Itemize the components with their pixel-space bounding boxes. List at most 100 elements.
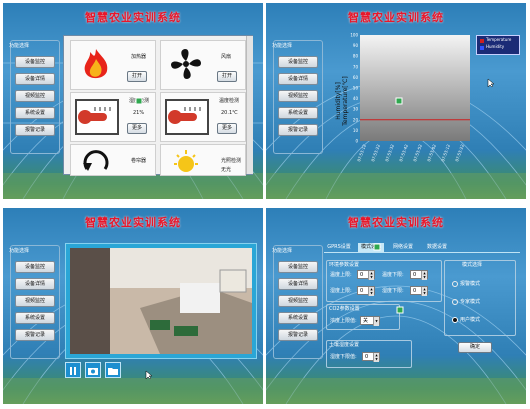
- sidebar-item-alarm[interactable]: 报警记录: [278, 329, 318, 341]
- temperature-card: 温度检测 20.1℃ 更多: [160, 92, 246, 142]
- temp-lower-spinbox[interactable]: 0 ▲ ▼: [410, 270, 428, 280]
- hum-lower-spinbox[interactable]: 0 ▲ ▼: [410, 286, 428, 296]
- scrollbar[interactable]: [246, 36, 253, 174]
- roller-label: 卷帘器: [131, 158, 147, 164]
- sidebar-item-alarm[interactable]: 报警记录: [15, 329, 55, 341]
- sidebar-item-video[interactable]: 视频监控: [278, 295, 318, 307]
- sidebar-title: 功能选择: [9, 248, 30, 254]
- temperature-label: 温度检测: [219, 98, 240, 104]
- temp-upper-value: 0: [360, 272, 364, 278]
- spin-arrows-icon[interactable]: ▲ ▼: [373, 353, 379, 362]
- sidebar-item-device-detail[interactable]: 设备详情: [278, 278, 318, 290]
- humidity-more-button[interactable]: 更多: [127, 123, 147, 134]
- y-tick-label: 90: [353, 43, 359, 48]
- tab-data[interactable]: 数据设置: [424, 243, 450, 252]
- pointer-icon: [487, 78, 495, 88]
- spin-arrows-icon[interactable]: ▲ ▼: [421, 271, 427, 280]
- soil-value: 0: [365, 354, 369, 360]
- sidebar-item-alarm[interactable]: 报警记录: [15, 124, 55, 136]
- spin-arrows-icon[interactable]: ▲ ▼: [421, 287, 427, 296]
- heater-label: 加热器: [131, 54, 147, 60]
- sidebar-item-video[interactable]: 视频监控: [15, 90, 55, 102]
- sidebar-title: 功能选择: [272, 43, 293, 49]
- camera-icon: [88, 368, 98, 375]
- hum-lower-label: 湿度下限:: [382, 288, 404, 294]
- light-label: 光照检测: [221, 158, 242, 164]
- light-value: 无光: [221, 167, 232, 173]
- sidebar-item-settings[interactable]: 系统设置: [15, 312, 55, 324]
- soil-spinbox[interactable]: 0 ▲ ▼: [362, 352, 380, 362]
- humidity-card: 湿度检测 21% 更多: [70, 92, 156, 142]
- mode-expert-radio[interactable]: [452, 299, 458, 305]
- roller-card: 卷帘器: [70, 144, 156, 176]
- y-tick-label: 40: [353, 96, 359, 101]
- fan-label: 风扇: [221, 54, 232, 60]
- snapshot-button[interactable]: [85, 362, 101, 378]
- sidebar-item-device-monitor[interactable]: 设备监控: [15, 261, 55, 273]
- chart-legend: Temperature Humidity: [476, 35, 520, 55]
- x-tick-label: 07:53:22: [454, 143, 465, 162]
- mode-alarm-radio[interactable]: [452, 281, 458, 287]
- sidebar-item-device-detail[interactable]: 设备详情: [15, 73, 55, 85]
- spin-arrows-icon[interactable]: ▲ ▼: [368, 287, 374, 296]
- heater-card: 加热器 打开: [70, 40, 156, 90]
- y-tick-label: 70: [353, 64, 359, 69]
- thermometer-icon: [75, 99, 119, 135]
- open-folder-button[interactable]: [105, 362, 121, 378]
- app-title: 智慧农业实训系统: [348, 11, 444, 24]
- x-tick-label: 07:53:52: [412, 143, 423, 162]
- co2-select[interactable]: 关 ▼: [360, 316, 380, 326]
- tab-network[interactable]: 网络设置: [390, 243, 416, 252]
- sidebar-item-video[interactable]: 视频监控: [15, 295, 55, 307]
- sidebar-item-device-detail[interactable]: 设备详情: [278, 73, 318, 85]
- settings-panel: 智慧农业实训系统 功能选择 设备监控 设备详情 视频监控 系统设置 报警记录 G…: [266, 208, 526, 404]
- confirm-button[interactable]: 确定: [458, 342, 492, 353]
- sidebar-title: 功能选择: [9, 43, 30, 49]
- hum-upper-label: 湿度上限:: [330, 288, 352, 294]
- hum-upper-spinbox[interactable]: 0 ▲ ▼: [357, 286, 375, 296]
- sidebar-item-device-detail[interactable]: 设备详情: [15, 278, 55, 290]
- mode-user-radio[interactable]: [452, 317, 458, 323]
- sidebar-item-settings[interactable]: 系统设置: [278, 312, 318, 324]
- temp-upper-label: 温度上限:: [330, 272, 352, 278]
- fan-open-button[interactable]: 打开: [217, 71, 237, 82]
- temperature-value: 20.1℃: [221, 110, 238, 116]
- x-tick-label: 07:53:12: [356, 143, 367, 162]
- temp-lower-value: 0: [413, 272, 417, 278]
- light-card: 光照检测 无光: [160, 144, 246, 176]
- sidebar-item-settings[interactable]: 系统设置: [278, 107, 318, 119]
- chart: 1009080706050403020100 07:53:12 07:53:22 0…: [335, 33, 470, 162]
- heater-open-button[interactable]: 打开: [127, 71, 147, 82]
- y-tick-label: 10: [353, 128, 359, 133]
- sidebar-item-video[interactable]: 视频监控: [278, 90, 318, 102]
- temp-upper-spinbox[interactable]: 0 ▲ ▼: [357, 270, 375, 280]
- soil-label: 湿度下限值:: [330, 354, 357, 360]
- spin-arrows-icon[interactable]: ▲ ▼: [368, 271, 374, 280]
- sidebar-item-settings[interactable]: 系统设置: [15, 107, 55, 119]
- app-title: 智慧农业实训系统: [85, 11, 181, 24]
- x-tick-label: 07:53:42: [398, 143, 409, 162]
- plot-area: [360, 35, 470, 141]
- legend-swatch-temperature: [480, 39, 484, 43]
- sidebar-item-alarm[interactable]: 报警记录: [278, 124, 318, 136]
- fan-card: 风扇 打开: [160, 40, 246, 90]
- chevron-down-icon[interactable]: ▼: [373, 317, 379, 326]
- pause-icon: [70, 367, 76, 375]
- temperature-more-button[interactable]: 更多: [217, 123, 237, 134]
- pointer-icon: [145, 370, 153, 380]
- co2-value: 关: [363, 318, 369, 324]
- tab-gprs[interactable]: GPRS设置: [326, 243, 352, 252]
- sidebar-item-device-monitor[interactable]: 设备监控: [15, 56, 55, 68]
- mouse-cursor-icon: [396, 306, 404, 314]
- mode-expert-label: 专家模式: [460, 299, 481, 305]
- pause-button[interactable]: [65, 362, 81, 378]
- video-feed: [70, 248, 252, 354]
- x-tick-label: 07:53:12: [440, 143, 451, 162]
- thermometer-icon: [165, 99, 209, 135]
- temp-lower-label: 温度下限:: [382, 272, 404, 278]
- app-title: 智慧农业实训系统: [348, 216, 444, 229]
- sidebar-item-device-monitor[interactable]: 设备监控: [278, 56, 318, 68]
- y-tick-label: 30: [353, 107, 359, 112]
- video-frame: [65, 243, 257, 359]
- sidebar-item-device-monitor[interactable]: 设备监控: [278, 261, 318, 273]
